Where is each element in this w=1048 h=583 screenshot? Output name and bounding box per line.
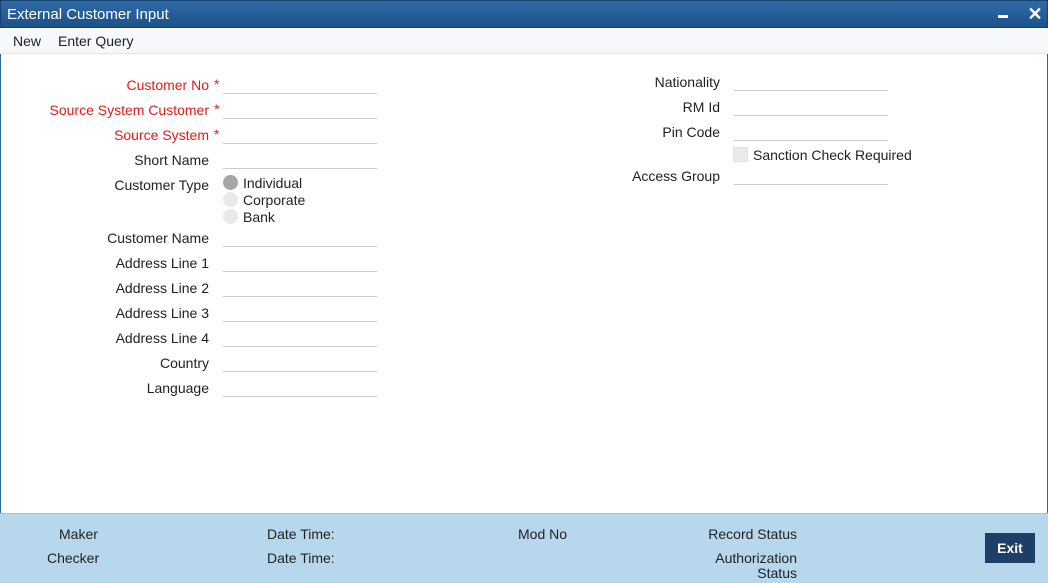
radio-bank[interactable] [223,209,238,224]
short-name-field[interactable] [223,149,377,169]
customer-no-field[interactable] [223,74,377,94]
source-system-customer-label: Source System Customer [49,102,210,118]
source-system-field[interactable] [223,124,377,144]
window-title: External Customer Input [7,6,169,23]
radio-individual-label: Individual [243,175,303,191]
required-marker: * [214,126,220,142]
required-marker: * [214,76,220,92]
radio-corporate[interactable] [223,192,238,207]
menu-new[interactable]: New [13,33,41,49]
access-group-label: Access Group [632,168,720,184]
address-line-2-field[interactable] [223,277,377,297]
sanction-check-checkbox[interactable] [733,147,748,162]
minimize-icon[interactable] [993,5,1013,25]
address-line-3-field[interactable] [223,302,377,322]
radio-individual[interactable] [223,175,238,190]
nationality-label: Nationality [654,74,720,90]
access-group-field[interactable] [734,165,888,185]
short-name-label: Short Name [134,152,209,168]
source-system-label: Source System [114,127,209,143]
maker-label: Maker [59,526,98,542]
address-line-2-label: Address Line 2 [115,280,209,296]
checker-label: Checker [47,550,100,566]
radio-corporate-label: Corporate [243,192,306,208]
country-field[interactable] [223,352,377,372]
radio-bank-label: Bank [243,209,275,225]
rm-id-field[interactable] [734,96,888,116]
customer-form: Customer No * Source System Customer * S… [0,54,1048,514]
authorization-status-label-line2: Status [757,565,797,581]
checker-date-time-label: Date Time: [267,550,335,566]
audit-footer: Maker Checker Date Time: Date Time: Mod … [0,513,1048,583]
customer-name-label: Customer Name [107,230,209,246]
menu-enter-query[interactable]: Enter Query [58,33,133,49]
address-line-1-label: Address Line 1 [115,255,209,271]
sanction-check-label: Sanction Check Required [753,147,912,163]
menu-bar: New Enter Query [0,28,1048,54]
pin-code-field[interactable] [734,121,888,141]
maker-date-time-label: Date Time: [267,526,335,542]
authorization-status-label-line1: Authorization [715,550,797,566]
customer-type-label: Customer Type [114,177,209,193]
address-line-1-field[interactable] [223,252,377,272]
required-marker: * [214,101,220,117]
rm-id-label: RM Id [682,99,720,115]
language-label: Language [146,380,209,396]
close-icon[interactable]: ✕ [1025,5,1045,25]
record-status-label: Record Status [708,526,797,542]
customer-no-label: Customer No [126,77,209,93]
pin-code-label: Pin Code [662,124,720,140]
address-line-4-field[interactable] [223,327,377,347]
address-line-3-label: Address Line 3 [115,305,209,321]
customer-name-field[interactable] [223,227,377,247]
language-field[interactable] [223,377,377,397]
window-titlebar: External Customer Input ✕ [0,0,1048,28]
country-label: Country [159,355,209,371]
source-system-customer-field[interactable] [223,99,377,119]
mod-no-label: Mod No [518,526,568,542]
nationality-field[interactable] [734,71,888,91]
address-line-4-label: Address Line 4 [115,330,209,346]
exit-button[interactable]: Exit [985,533,1035,563]
